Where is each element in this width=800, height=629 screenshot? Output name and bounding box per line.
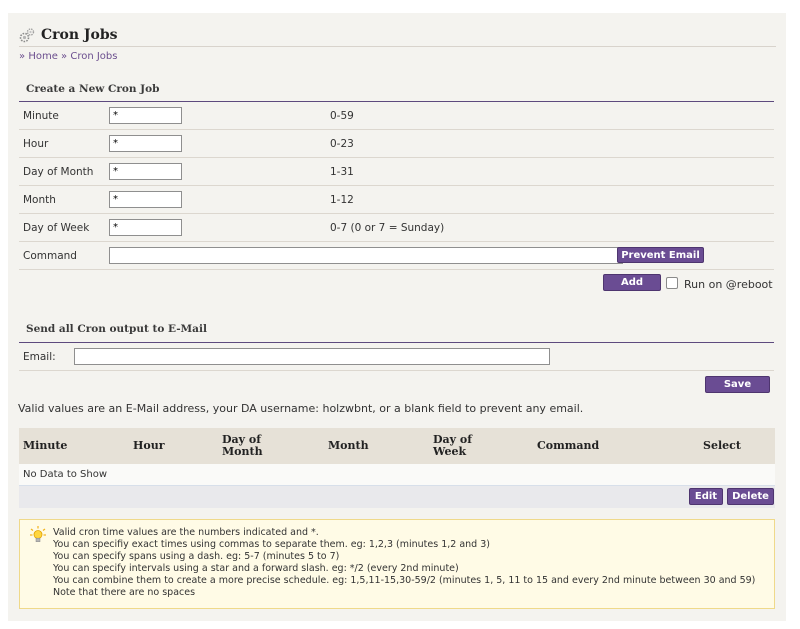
hour-row: Hour 0-23 (19, 130, 774, 158)
day-of-month-input[interactable] (109, 163, 182, 180)
run-on-reboot-checkbox[interactable] (666, 277, 678, 289)
command-label: Command (23, 250, 77, 262)
add-button[interactable]: Add (603, 274, 661, 291)
email-help-text: Valid values are an E-Mail address, your… (18, 402, 584, 415)
minute-row: Minute 0-59 (19, 102, 774, 130)
tip-line: Note that there are no spaces (53, 587, 196, 598)
tip-line: Valid cron time values are the numbers i… (53, 527, 319, 538)
email-input[interactable] (74, 348, 550, 365)
column-header-command[interactable]: Command (537, 428, 599, 464)
minute-range-hint: 0-59 (330, 110, 354, 122)
tip-line: You can combine them to create a more pr… (53, 575, 756, 586)
gear-icon (19, 27, 35, 43)
tip-line: You can specify intervals using a star a… (53, 563, 459, 574)
breadcrumb-cron-jobs-link[interactable]: Cron Jobs (70, 51, 117, 62)
breadcrumb: » Home » Cron Jobs (19, 51, 117, 62)
tip-line: You can specify spans using a dash. eg: … (53, 551, 340, 562)
column-header-day-of-week[interactable]: Day of Week (433, 428, 472, 464)
month-row: Month 1-12 (19, 186, 774, 214)
tip-line: You can specifiy exact times using comma… (53, 539, 490, 550)
table-empty-row: No Data to Show (19, 464, 775, 486)
page-title: Cron Jobs (41, 27, 118, 43)
lightbulb-icon (30, 526, 46, 544)
email-section-title: Send all Cron output to E-Mail (26, 323, 207, 335)
month-label: Month (23, 194, 56, 206)
day-of-week-label: Day of Week (23, 222, 90, 234)
minute-input[interactable] (109, 107, 182, 124)
run-on-reboot-label: Run on @reboot (684, 278, 773, 291)
column-header-month[interactable]: Month (328, 428, 369, 464)
day-of-week-range-hint: 0-7 (0 or 7 = Sunday) (330, 222, 445, 234)
hour-label: Hour (23, 138, 49, 150)
breadcrumb-separator: » (19, 51, 26, 62)
create-cron-section-title: Create a New Cron Job (26, 83, 160, 95)
page-header: Cron Jobs (19, 24, 118, 46)
email-label: Email: (23, 351, 56, 363)
minute-label: Minute (23, 110, 59, 122)
hour-range-hint: 0-23 (330, 138, 354, 150)
prevent-email-button[interactable]: Prevent Email (617, 247, 704, 263)
edit-button[interactable]: Edit (689, 488, 723, 505)
day-of-week-input[interactable] (109, 219, 182, 236)
day-of-week-row: Day of Week 0-7 (0 or 7 = Sunday) (19, 214, 774, 242)
email-row: Email: (19, 343, 774, 371)
delete-button[interactable]: Delete (727, 488, 774, 505)
title-divider (19, 46, 776, 47)
breadcrumb-home-link[interactable]: Home (28, 51, 58, 62)
no-data-text: No Data to Show (23, 469, 108, 480)
save-button[interactable]: Save (705, 376, 770, 393)
table-action-row (19, 486, 775, 508)
cron-jobs-panel: Cron Jobs » Home » Cron Jobs Create a Ne… (8, 13, 786, 621)
month-input[interactable] (109, 191, 182, 208)
day-of-month-row: Day of Month 1-31 (19, 158, 774, 186)
breadcrumb-separator: » (61, 51, 68, 62)
day-of-month-label: Day of Month (23, 166, 94, 178)
column-header-select[interactable]: Select (703, 428, 741, 464)
column-header-minute[interactable]: Minute (23, 428, 67, 464)
cron-table-header: Minute Hour Day of Month Month Day of We… (19, 428, 775, 464)
command-input[interactable] (109, 247, 623, 264)
hour-input[interactable] (109, 135, 182, 152)
column-header-day-of-month[interactable]: Day of Month (222, 428, 263, 464)
day-of-month-range-hint: 1-31 (330, 166, 354, 178)
cron-tips-box: Valid cron time values are the numbers i… (19, 519, 775, 609)
column-header-hour[interactable]: Hour (133, 428, 165, 464)
month-range-hint: 1-12 (330, 194, 354, 206)
